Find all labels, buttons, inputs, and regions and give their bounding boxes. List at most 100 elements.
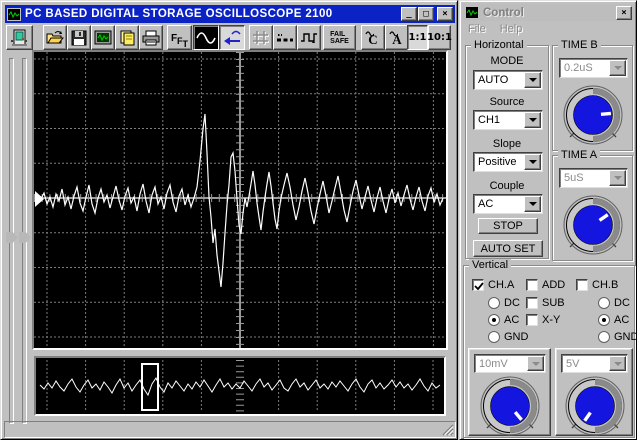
- sine-wave-icon: [196, 30, 216, 46]
- time-a-combo[interactable]: 5uS: [559, 168, 628, 188]
- slope-label: Slope: [466, 138, 548, 150]
- ch-b-knob[interactable]: [564, 375, 626, 437]
- copy-button[interactable]: [115, 25, 139, 50]
- ch-b-ac-radio[interactable]: AC: [598, 314, 629, 326]
- ch-b-ac-label: AC: [614, 314, 629, 326]
- cal-c-label: C: [368, 32, 377, 48]
- slider-tick: [25, 40, 27, 42]
- xy-checkbox-label: X-Y: [542, 314, 560, 326]
- fft-icon: FFT: [171, 32, 188, 44]
- couple-combo[interactable]: AC: [473, 194, 543, 214]
- recall-waveform-button[interactable]: [219, 25, 245, 50]
- app-icon: [7, 8, 21, 21]
- ch-a-knob[interactable]: [479, 375, 541, 437]
- failsafe-button[interactable]: FAILSAFE: [323, 25, 356, 50]
- dotted-line-button[interactable]: [273, 25, 297, 50]
- display-settings-button[interactable]: [91, 25, 115, 50]
- exit-door-icon: [11, 29, 29, 47]
- menu-help[interactable]: Help: [500, 23, 523, 38]
- ch-a-gnd-label: GND: [504, 331, 528, 343]
- ch-b-dc-radio[interactable]: DC: [598, 297, 630, 309]
- main-window-title: PC BASED DIGITAL STORAGE OSCILLOSCOPE 21…: [25, 8, 333, 20]
- ch-a-dc-radio[interactable]: DC: [488, 297, 520, 309]
- dropdown-arrow-icon[interactable]: [524, 72, 541, 88]
- ch-a-checkbox[interactable]: CH.A: [472, 279, 514, 291]
- dashed-line-icon: [276, 31, 294, 45]
- time-a-group: TIME A 5uS: [552, 155, 633, 261]
- source-value: CH1: [478, 114, 500, 126]
- source-combo[interactable]: CH1: [473, 110, 543, 130]
- menu-file[interactable]: File: [468, 23, 486, 38]
- couple-label: Couple: [466, 180, 548, 192]
- ch-b-range-value: 5V: [566, 358, 579, 370]
- position-slider-handle[interactable]: [19, 232, 31, 243]
- mode-combo[interactable]: AUTO: [473, 70, 543, 90]
- print-button[interactable]: [139, 25, 163, 50]
- floppy-disk-icon: [71, 30, 87, 46]
- dropdown-arrow-icon[interactable]: [524, 112, 541, 128]
- auto-set-button[interactable]: AUTO SET: [473, 240, 543, 257]
- ch-b-range-combo[interactable]: 5V: [561, 354, 628, 373]
- ch-b-gnd-radio[interactable]: GND: [598, 331, 637, 343]
- trigger-level-slider-handle[interactable]: [6, 232, 18, 243]
- maximize-button[interactable]: □: [418, 7, 434, 21]
- time-a-knob[interactable]: [562, 194, 624, 256]
- time-b-knob[interactable]: [562, 84, 624, 146]
- left-arrow-wave-icon: [222, 30, 242, 46]
- preview-selection-box[interactable]: [141, 363, 159, 411]
- horizontal-group: Horizontal MODE AUTO Source CH1 Slope Po…: [465, 45, 549, 259]
- desktop: { "main_window": { "title": "PC BASED DI…: [0, 0, 637, 440]
- ch-b-checkbox[interactable]: CH.B: [576, 279, 618, 291]
- dropdown-arrow-icon[interactable]: [524, 154, 541, 170]
- xy-checkbox[interactable]: X-Y: [526, 314, 560, 326]
- slider-tick: [11, 40, 13, 42]
- check-icon: [473, 280, 485, 292]
- preview-trace: [40, 378, 440, 395]
- slope-value: Positive: [478, 156, 517, 168]
- time-b-combo[interactable]: 0.2uS: [559, 58, 628, 78]
- horizontal-group-label: Horizontal: [471, 39, 527, 51]
- slope-combo[interactable]: Positive: [473, 152, 543, 172]
- trigger-position-marker[interactable]: [35, 191, 44, 207]
- calibrate-a-button[interactable]: A: [385, 25, 409, 50]
- ch-a-range-combo[interactable]: 10mV: [474, 354, 546, 373]
- calibrate-c-button[interactable]: C: [361, 25, 385, 50]
- ch-b-dc-label: DC: [614, 297, 630, 309]
- time-a-group-label: TIME A: [558, 149, 600, 161]
- dropdown-arrow-icon: [527, 356, 544, 371]
- close-button[interactable]: ×: [437, 7, 453, 21]
- main-titlebar[interactable]: PC BASED DIGITAL STORAGE OSCILLOSCOPE 21…: [5, 5, 455, 23]
- save-button[interactable]: [67, 25, 91, 50]
- ratio-1to1-button[interactable]: 1:1: [407, 25, 428, 50]
- preview-display: [34, 356, 446, 416]
- ratio-10to1-button[interactable]: 10:1: [428, 25, 451, 50]
- vertical-group: Vertical CH.A ADD CH.B DC AC GND SUB: [463, 265, 635, 438]
- failsafe-label: FAILSAFE: [330, 31, 349, 45]
- scope-center-axes: [34, 52, 446, 348]
- ch-a-ac-radio[interactable]: AC: [488, 314, 519, 326]
- fft-button[interactable]: FFT: [167, 25, 192, 50]
- add-checkbox[interactable]: ADD: [526, 279, 565, 291]
- ch-a-checkbox-label: CH.A: [488, 279, 514, 291]
- control-window: Control × File Help Horizontal MODE AUTO…: [459, 0, 637, 440]
- minimize-button[interactable]: _: [401, 7, 417, 21]
- waveform-mode-button[interactable]: [193, 25, 219, 50]
- time-b-group: TIME B 0.2uS: [552, 45, 633, 151]
- control-titlebar[interactable]: Control ×: [463, 4, 634, 21]
- dropdown-arrow-icon: [609, 170, 626, 186]
- dropdown-arrow-icon: [609, 356, 626, 371]
- stop-button[interactable]: STOP: [478, 218, 538, 234]
- add-checkbox-label: ADD: [542, 279, 565, 291]
- ch-a-gnd-radio[interactable]: GND: [488, 331, 528, 343]
- sub-checkbox[interactable]: SUB: [526, 297, 565, 309]
- oscilloscope-window: PC BASED DIGITAL STORAGE OSCILLOSCOPE 21…: [0, 0, 458, 440]
- grid-toggle-button[interactable]: [249, 25, 273, 50]
- control-menubar: File Help: [464, 23, 632, 38]
- exit-button[interactable]: [6, 25, 33, 50]
- control-close-button[interactable]: ×: [616, 6, 632, 20]
- resize-grip-icon[interactable]: [441, 423, 454, 436]
- dropdown-arrow-icon[interactable]: [524, 196, 541, 212]
- couple-value: AC: [478, 198, 493, 210]
- open-button[interactable]: [43, 25, 67, 50]
- trigger-wave-button[interactable]: [297, 25, 321, 50]
